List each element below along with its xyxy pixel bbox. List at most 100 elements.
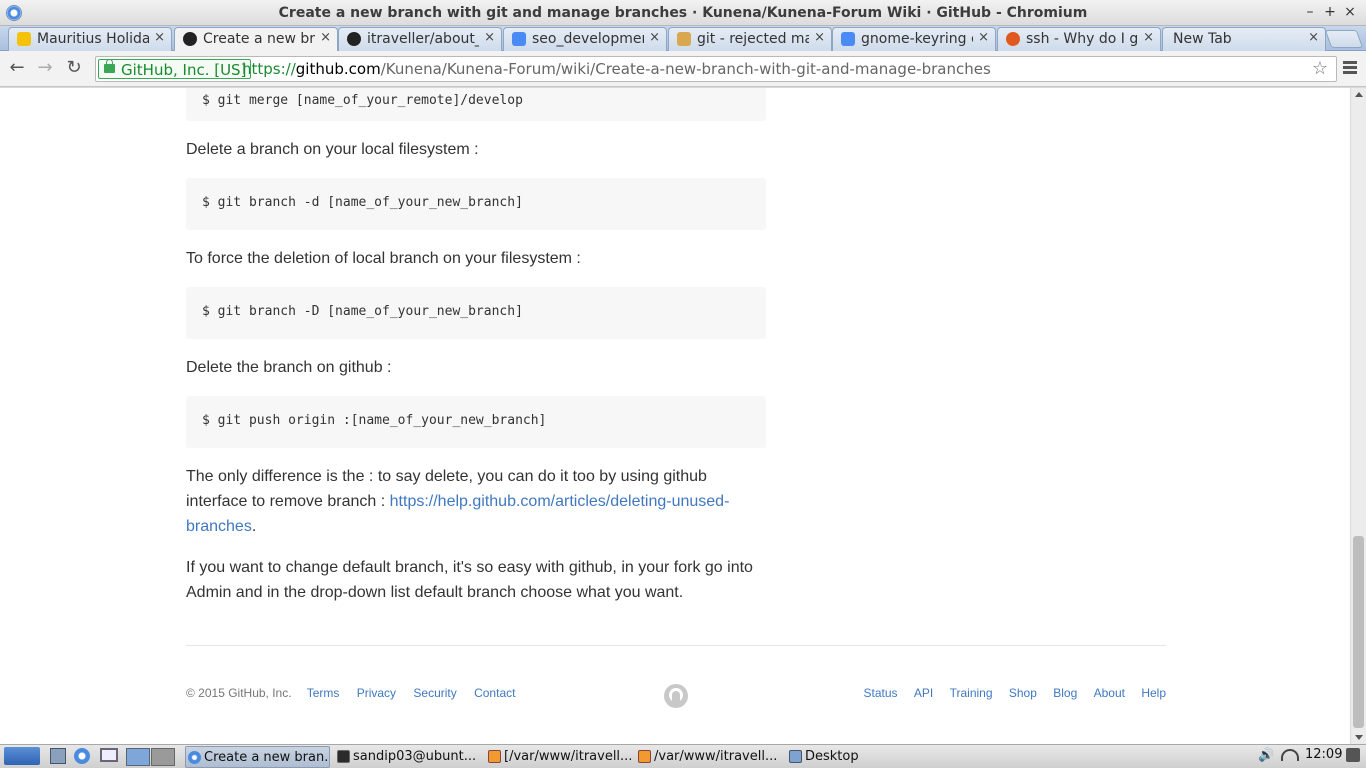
sublime-icon bbox=[638, 750, 651, 763]
file-manager-icon[interactable] bbox=[50, 748, 66, 764]
new-tab-button[interactable] bbox=[1324, 30, 1364, 48]
footer-link-api[interactable]: API bbox=[914, 686, 933, 700]
clock[interactable]: 12:09 bbox=[1305, 747, 1342, 762]
task-label: [/var/www/itravell... bbox=[504, 749, 631, 764]
chromium-launcher-icon[interactable] bbox=[74, 748, 90, 764]
task-label: sandip03@ubunt... bbox=[353, 749, 477, 764]
maximize-button[interactable]: + bbox=[1322, 4, 1338, 20]
browser-toolbar: ← → ↻ GitHub, Inc. [US] https://github.c… bbox=[0, 51, 1366, 87]
paragraph-force-delete: To force the deletion of local branch on… bbox=[186, 250, 581, 267]
footer-copyright: © 2015 GitHub, Inc. bbox=[186, 686, 292, 700]
paragraph-delete-github: Delete the branch on github : bbox=[186, 359, 392, 376]
tab-new-tab[interactable]: New Tab × bbox=[1162, 27, 1326, 51]
wifi-icon[interactable] bbox=[1281, 749, 1299, 761]
url-text[interactable]: https://github.com/Kunena/Kunena-Forum/w… bbox=[242, 60, 991, 78]
address-bar[interactable]: GitHub, Inc. [US] https://github.com/Kun… bbox=[95, 56, 1337, 82]
back-button[interactable]: ← bbox=[6, 57, 28, 78]
footer-link-security[interactable]: Security bbox=[413, 686, 456, 700]
footer-link-training[interactable]: Training bbox=[950, 686, 993, 700]
paragraph-delete-local: Delete a branch on your local filesystem… bbox=[186, 141, 479, 158]
tab-mauritius-holiday[interactable]: Mauritius Holiday × bbox=[8, 27, 172, 51]
footer-link-help[interactable]: Help bbox=[1141, 686, 1166, 700]
tab-close-icon[interactable]: × bbox=[484, 30, 495, 45]
github-octocat-icon[interactable] bbox=[664, 684, 688, 708]
tab-git-rejected[interactable]: git - rejected mas × bbox=[668, 27, 832, 51]
tab-close-icon[interactable]: × bbox=[1308, 30, 1319, 45]
task-sublime-1[interactable]: [/var/www/itravell... bbox=[486, 746, 631, 768]
tab-create-new-branch[interactable]: Create a new bran × bbox=[174, 27, 338, 52]
page-viewport: $ git merge [name_of_your_remote]/develo… bbox=[0, 88, 1350, 744]
google-docs-favicon-icon bbox=[512, 32, 526, 46]
forward-button[interactable]: → bbox=[34, 57, 56, 78]
tab-close-icon[interactable]: × bbox=[154, 30, 165, 45]
tab-label: seo_development bbox=[532, 31, 644, 47]
url-scheme: https:// bbox=[242, 60, 296, 78]
footer-link-privacy[interactable]: Privacy bbox=[357, 686, 396, 700]
footer-link-terms[interactable]: Terms bbox=[307, 686, 340, 700]
footer-left: © 2015 GitHub, Inc. Terms Privacy Securi… bbox=[186, 686, 529, 700]
askubuntu-favicon-icon bbox=[1006, 32, 1020, 46]
footer-link-about[interactable]: About bbox=[1094, 686, 1125, 700]
footer-link-status[interactable]: Status bbox=[864, 686, 898, 700]
close-window-button[interactable]: × bbox=[1342, 4, 1358, 20]
workspace-2-icon[interactable] bbox=[151, 748, 175, 766]
footer-link-contact[interactable]: Contact bbox=[474, 686, 515, 700]
tab-ssh-why[interactable]: ssh - Why do I get × bbox=[997, 27, 1161, 51]
github-favicon-icon bbox=[183, 32, 197, 46]
stackoverflow-favicon-icon bbox=[677, 32, 691, 46]
tab-label: itraveller/about_ bbox=[367, 31, 479, 47]
task-desktop[interactable]: Desktop bbox=[787, 746, 932, 768]
tab-seo-development[interactable]: seo_development × bbox=[503, 27, 667, 51]
tab-strip: Mauritius Holiday × Create a new bran × … bbox=[0, 26, 1366, 52]
difference-period: . bbox=[251, 518, 257, 535]
sublime-icon bbox=[488, 750, 501, 763]
tab-close-icon[interactable]: × bbox=[1143, 30, 1154, 45]
code-block-delete-local: $ git branch -d [name_of_your_new_branch… bbox=[186, 178, 766, 230]
url-path: /Kunena/Kunena-Forum/wiki/Create-a-new-b… bbox=[380, 60, 991, 78]
volume-icon[interactable]: 🔊 bbox=[1258, 748, 1274, 763]
workspace-1-icon[interactable] bbox=[126, 748, 150, 766]
window-titlebar: Create a new branch with git and manage … bbox=[0, 0, 1366, 26]
ev-certificate-badge[interactable]: GitHub, Inc. [US] bbox=[98, 59, 252, 79]
footer-link-blog[interactable]: Blog bbox=[1053, 686, 1077, 700]
task-label: Create a new bran... bbox=[204, 750, 330, 765]
reload-button[interactable]: ↻ bbox=[63, 57, 85, 78]
folder-icon bbox=[789, 750, 802, 763]
bookmark-star-icon[interactable]: ☆ bbox=[1312, 58, 1328, 79]
github-favicon-icon bbox=[347, 32, 361, 46]
task-sublime-2[interactable]: /var/www/itravell... bbox=[636, 746, 781, 768]
tab-label: Mauritius Holiday bbox=[37, 31, 149, 47]
minimize-button[interactable]: – bbox=[1302, 4, 1318, 20]
footer-link-shop[interactable]: Shop bbox=[1009, 686, 1037, 700]
scroll-down-arrow-icon[interactable] bbox=[1355, 735, 1363, 740]
scrollbar-thumb[interactable] bbox=[1353, 536, 1364, 728]
tab-close-icon[interactable]: × bbox=[978, 30, 989, 45]
menu-icon[interactable] bbox=[1343, 61, 1357, 76]
tab-itraveller-about[interactable]: itraveller/about_ × bbox=[338, 27, 502, 51]
task-label: Desktop bbox=[805, 749, 859, 764]
yahoo-favicon-icon bbox=[17, 32, 31, 46]
tab-close-icon[interactable]: × bbox=[814, 30, 825, 45]
start-menu-icon[interactable] bbox=[4, 747, 40, 765]
terminal-icon bbox=[337, 750, 350, 763]
google-favicon-icon bbox=[841, 32, 855, 46]
tab-label: gnome-keyring co bbox=[861, 31, 973, 47]
show-desktop-icon[interactable] bbox=[100, 748, 118, 762]
task-chromium[interactable]: Create a new bran... bbox=[185, 746, 330, 768]
lock-icon bbox=[104, 59, 115, 73]
url-host: github.com bbox=[295, 60, 381, 78]
scroll-up-arrow-icon[interactable] bbox=[1355, 92, 1363, 97]
tab-label: git - rejected mas bbox=[697, 31, 809, 47]
tab-close-icon[interactable]: × bbox=[320, 30, 331, 45]
footer-right: Status API Training Shop Blog About Help bbox=[851, 686, 1166, 700]
power-icon[interactable] bbox=[1346, 748, 1360, 762]
code-block-force-delete: $ git branch -D [name_of_your_new_branch… bbox=[186, 287, 766, 339]
tab-close-icon[interactable]: × bbox=[649, 30, 660, 45]
window-title: Create a new branch with git and manage … bbox=[278, 5, 1088, 21]
tab-label: ssh - Why do I get bbox=[1026, 31, 1138, 47]
tab-label: Create a new bran bbox=[203, 31, 315, 47]
task-terminal[interactable]: sandip03@ubunt... bbox=[335, 746, 480, 768]
tab-gnome-keyring[interactable]: gnome-keyring co × bbox=[832, 27, 996, 51]
desktop-taskbar: Create a new bran... sandip03@ubunt... [… bbox=[0, 744, 1366, 768]
vertical-scrollbar[interactable] bbox=[1350, 88, 1366, 744]
